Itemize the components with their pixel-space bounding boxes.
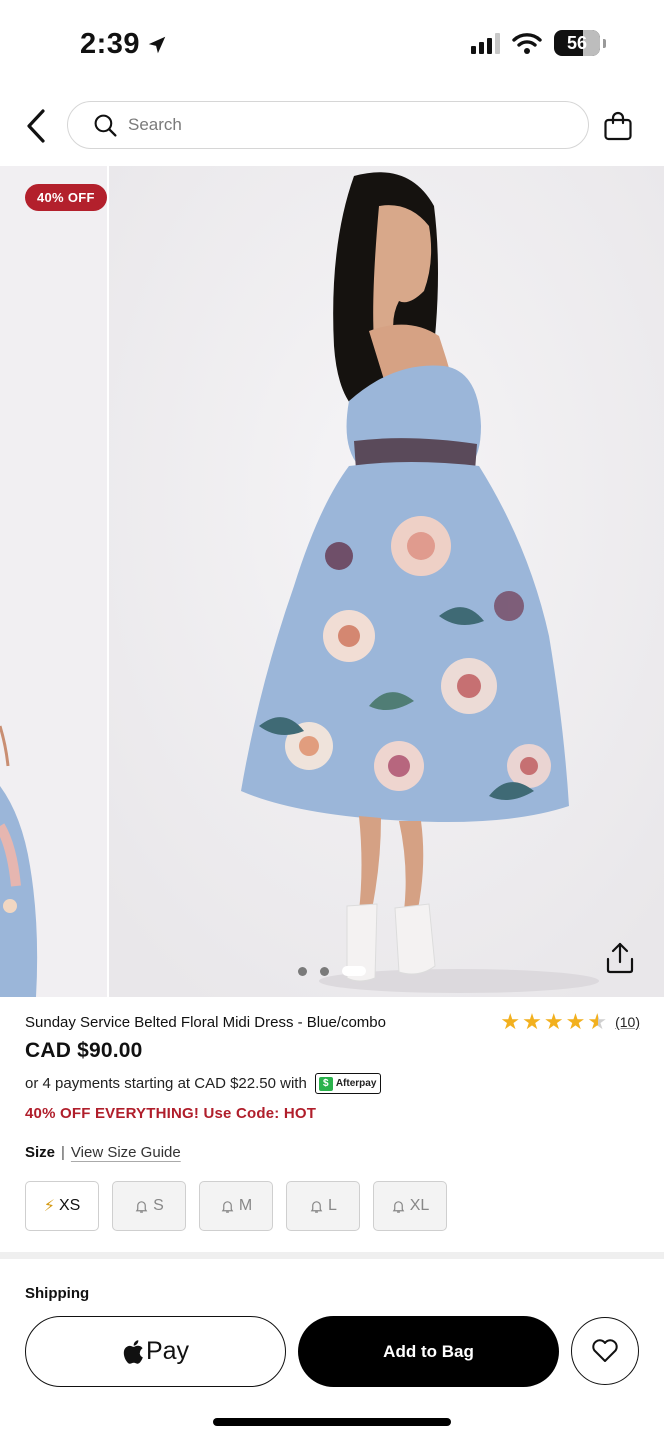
apple-pay-button[interactable]: Pay xyxy=(25,1316,286,1387)
share-icon xyxy=(606,942,634,974)
shopping-bag-button[interactable] xyxy=(600,108,636,144)
product-title: Sunday Service Belted Floral Midi Dress … xyxy=(25,1013,386,1031)
status-bar: 2:39 56 xyxy=(0,0,664,90)
size-option-label: S xyxy=(153,1197,164,1214)
location-arrow-icon xyxy=(148,36,166,53)
star-icon: ★ xyxy=(565,1009,586,1034)
search-bar[interactable] xyxy=(67,101,589,149)
share-button[interactable] xyxy=(600,938,640,978)
product-image-gallery[interactable]: 40% OFF xyxy=(0,166,664,997)
bell-icon xyxy=(221,1200,234,1213)
purchase-actions: Pay Add to Bag xyxy=(25,1316,640,1388)
home-indicator[interactable] xyxy=(213,1418,451,1426)
size-label: Size xyxy=(25,1144,56,1161)
size-options: ⚡ XS S M L XL xyxy=(25,1181,640,1231)
top-nav xyxy=(0,100,664,152)
star-icon: ★ xyxy=(522,1009,542,1034)
previous-image-figure xyxy=(0,725,38,997)
back-chevron-icon xyxy=(27,109,45,143)
star-icon: ★ xyxy=(543,1009,564,1034)
size-separator: | xyxy=(61,1144,65,1161)
apple-icon xyxy=(123,1339,143,1364)
status-indicators: 56 xyxy=(471,30,606,56)
shipping-heading[interactable]: Shipping xyxy=(25,1285,89,1302)
afterpay-icon: $ xyxy=(318,1076,333,1091)
image-pagination-dots[interactable] xyxy=(298,966,366,976)
pagination-dot[interactable] xyxy=(320,966,329,976)
main-product-image[interactable] xyxy=(109,166,664,997)
model-dress-figure xyxy=(109,166,664,997)
battery-tip xyxy=(603,38,606,48)
bell-icon xyxy=(392,1200,405,1213)
product-price: CAD $90.00 xyxy=(25,1039,143,1062)
bell-icon xyxy=(310,1200,323,1213)
shopping-bag-icon xyxy=(604,111,632,141)
size-option-l[interactable]: L xyxy=(286,1181,360,1231)
previous-product-image[interactable] xyxy=(0,166,107,997)
wishlist-button[interactable] xyxy=(571,1317,639,1385)
promo-message: 40% OFF EVERYTHING! Use Code: HOT xyxy=(25,1105,317,1122)
section-divider xyxy=(0,1252,664,1259)
review-count-link[interactable]: (10) xyxy=(615,1014,640,1030)
wifi-icon xyxy=(512,33,542,54)
size-option-label: XS xyxy=(58,1197,81,1214)
discount-badge: 40% OFF xyxy=(25,184,107,211)
search-icon xyxy=(94,114,117,137)
afterpay-logo[interactable]: $ Afterpay xyxy=(314,1073,382,1094)
product-info: Sunday Service Belted Floral Midi Dress … xyxy=(25,1011,640,1231)
heart-icon xyxy=(592,1339,618,1362)
back-button[interactable] xyxy=(20,108,52,144)
size-guide-link[interactable]: View Size Guide xyxy=(71,1144,181,1161)
title-row: Sunday Service Belted Floral Midi Dress … xyxy=(25,1011,640,1033)
pagination-dot-active[interactable] xyxy=(342,966,366,976)
add-to-bag-button[interactable]: Add to Bag xyxy=(298,1316,559,1387)
lightning-icon: ⚡ xyxy=(43,1198,55,1215)
status-time-text: 2:39 xyxy=(80,28,141,60)
size-option-label: XL xyxy=(409,1197,430,1214)
size-option-label: M xyxy=(238,1197,253,1214)
signal-icon xyxy=(471,32,500,54)
size-option-s[interactable]: S xyxy=(112,1181,186,1231)
star-icon: ★ xyxy=(500,1009,521,1034)
afterpay-label: Afterpay xyxy=(335,1078,377,1089)
battery-icon: 56 xyxy=(554,30,600,56)
installments-info: or 4 payments starting at CAD $22.50 wit… xyxy=(25,1073,640,1094)
size-header: Size | View Size Guide xyxy=(25,1144,640,1161)
installments-text: or 4 payments starting at CAD $22.50 wit… xyxy=(25,1075,307,1092)
rating[interactable]: ★ ★ ★ ★ ★ (10) xyxy=(500,1011,640,1033)
bell-icon xyxy=(135,1200,148,1213)
size-option-m[interactable]: M xyxy=(199,1181,273,1231)
size-option-xs[interactable]: ⚡ XS xyxy=(25,1181,99,1231)
apple-pay-label: Pay xyxy=(145,1337,190,1365)
battery-level: 56 xyxy=(566,32,588,53)
status-time: 2:39 xyxy=(80,28,168,61)
search-input[interactable] xyxy=(128,115,528,135)
size-option-xl[interactable]: XL xyxy=(373,1181,447,1231)
pagination-dot[interactable] xyxy=(298,966,307,976)
size-option-label: L xyxy=(328,1197,337,1214)
half-star-icon: ★ xyxy=(587,1009,608,1034)
